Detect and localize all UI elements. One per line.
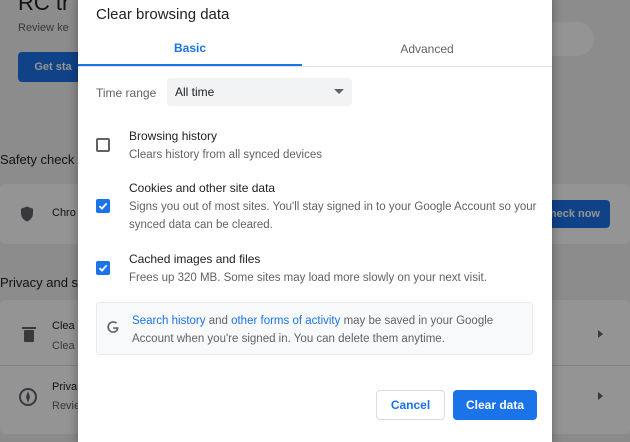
google-g-icon: [107, 321, 119, 333]
clear-browsing-data-dialog: Clear browsing data Basic Advanced Time …: [78, 0, 552, 442]
cancel-button[interactable]: Cancel: [376, 390, 445, 420]
clear-data-button[interactable]: Clear data: [453, 390, 537, 420]
cached-images-checkbox[interactable]: [96, 261, 110, 275]
info-text-connector: and: [205, 315, 232, 327]
browsing-history-description: Clears history from all synced devices: [129, 149, 323, 161]
browsing-history-checkbox[interactable]: [96, 138, 110, 152]
cookies-checkbox[interactable]: [96, 199, 110, 213]
dialog-title: Clear browsing data: [96, 6, 230, 23]
tab-advanced[interactable]: Advanced: [315, 32, 539, 66]
cached-images-title: Cached images and files: [129, 252, 261, 266]
dialog-tabs: Basic Advanced: [78, 32, 552, 67]
google-account-info-box: Search history and other forms of activi…: [96, 302, 533, 355]
other-activity-link[interactable]: other forms of activity: [231, 315, 340, 327]
search-history-link[interactable]: Search history: [132, 315, 206, 327]
tab-basic[interactable]: Basic: [78, 32, 302, 66]
dropdown-arrow-icon: [334, 89, 344, 94]
time-range-select[interactable]: All time: [167, 78, 352, 106]
checkmark-icon: [98, 202, 108, 210]
time-range-label: Time range: [96, 86, 157, 100]
cookies-description: Signs you out of most sites. You'll stay…: [129, 201, 537, 231]
checkmark-icon: [98, 264, 108, 272]
cookies-title: Cookies and other site data: [129, 181, 276, 195]
cached-images-description: Frees up 320 MB. Some sites may load mor…: [129, 272, 487, 284]
time-range-value: All time: [175, 85, 215, 99]
browsing-history-title: Browsing history: [129, 129, 218, 143]
info-text: Search history and other forms of activi…: [132, 312, 527, 348]
